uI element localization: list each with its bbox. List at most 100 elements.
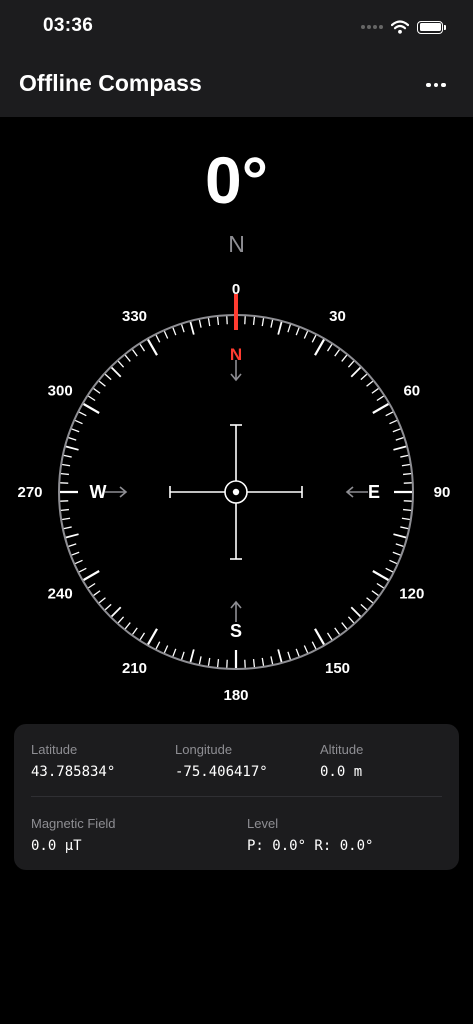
dial-tick (172, 327, 177, 336)
dial-tick (68, 436, 77, 441)
dial-tick (341, 354, 348, 362)
wifi-icon (391, 20, 409, 34)
degree-label-150: 150 (325, 660, 350, 677)
dial-tick (371, 590, 379, 596)
dial-tick (393, 533, 407, 539)
longitude-cell: Longitude -75.406417° (175, 742, 268, 781)
dial-tick (372, 570, 389, 581)
dial-tick (395, 436, 404, 441)
dial-tick (62, 463, 71, 467)
dial-tick (372, 403, 389, 414)
level-label: Level (247, 816, 279, 831)
dial-tick (147, 339, 158, 356)
dial-tick (371, 388, 379, 394)
altitude-label: Altitude (320, 742, 364, 757)
dial-tick (71, 551, 80, 556)
dial-tick (261, 318, 265, 327)
dial-tick (83, 403, 100, 414)
south-arrow-icon (230, 600, 242, 622)
dial-tick (98, 597, 106, 604)
magnetic-field-cell: Magnetic Field 0.0 µT (31, 816, 116, 855)
dial-tick (172, 648, 177, 657)
longitude-label: Longitude (175, 742, 233, 757)
dial-tick (360, 603, 368, 611)
dial-tick (63, 526, 72, 530)
dial-tick (389, 559, 398, 565)
dial-tick (334, 627, 340, 635)
dial-tick (326, 344, 333, 352)
dial-tick (334, 349, 340, 357)
dial-tick (117, 616, 125, 624)
level-value: P: 0.0° R: 0.0° (247, 838, 374, 854)
latitude-label: Latitude (31, 742, 78, 757)
latitude-cell: Latitude 43.785834° (31, 742, 115, 781)
dial-tick (83, 570, 100, 581)
nav-bar: Offline Compass (0, 56, 473, 117)
dial-tick (93, 590, 101, 596)
dial-tick (104, 373, 112, 381)
dial-tick (395, 543, 404, 548)
dial-tick (163, 645, 169, 654)
dial-tick (401, 517, 410, 521)
dial-tick (403, 472, 412, 476)
dial-tick (60, 472, 69, 476)
dial-tick (400, 526, 409, 530)
dial-tick (104, 603, 112, 611)
dial-tick (93, 388, 101, 394)
battery-icon (417, 20, 446, 34)
degree-label-240: 240 (48, 586, 73, 603)
east-arrow-icon (345, 486, 368, 498)
magnetic-field-label: Magnetic Field (31, 816, 116, 831)
dial-tick (376, 395, 384, 402)
heading-direction: N (228, 231, 245, 257)
degree-label-330: 330 (122, 308, 147, 325)
dial-tick (62, 517, 71, 521)
cardinal-south: S (230, 621, 242, 641)
dial-tick (311, 334, 317, 343)
dial-tick (403, 508, 412, 512)
dial-tick (303, 645, 309, 654)
dial-tick (350, 606, 362, 618)
dial-tick (74, 559, 83, 565)
dial-tick (180, 324, 185, 333)
dial-tick (68, 543, 77, 548)
dial-tick (389, 419, 398, 425)
altitude-cell: Altitude 0.0 m (320, 742, 363, 781)
dial-tick (88, 582, 96, 589)
more-options-button[interactable] (421, 74, 451, 96)
cellular-signal-icon (361, 25, 383, 29)
dial-tick (341, 622, 348, 630)
degree-label-60: 60 (403, 383, 420, 400)
dial-tick (400, 454, 409, 458)
dial-tick (311, 641, 317, 650)
magnetic-field-value: 0.0 µT (31, 838, 82, 854)
cardinal-east: E (368, 482, 380, 502)
dial-tick (189, 321, 195, 335)
degree-label-120: 120 (399, 586, 424, 603)
dial-tick (360, 373, 368, 381)
dial-tick (63, 454, 72, 458)
dial-tick (110, 606, 122, 618)
status-bar: 03:36 (0, 0, 473, 56)
dial-tick (392, 428, 401, 433)
longitude-value: -75.406417° (175, 764, 268, 780)
dial-tick (287, 324, 292, 333)
dial-tick (350, 366, 362, 378)
dial-tick (198, 656, 202, 665)
dial-tick (198, 319, 202, 328)
dial-tick (71, 428, 80, 433)
degree-label-180: 180 (223, 687, 248, 704)
heading-value: 0° (204, 143, 269, 217)
dial-tick (132, 627, 138, 635)
dial-tick (366, 597, 374, 604)
dial-tick (117, 360, 125, 368)
cardinal-north: N (230, 345, 242, 364)
dial-tick (180, 651, 185, 660)
dial-tick (287, 651, 292, 660)
status-icons (361, 16, 446, 38)
dial-tick (347, 360, 355, 368)
dial-tick (261, 657, 265, 666)
dial-tick (155, 641, 161, 650)
dial-tick (124, 622, 131, 630)
west-arrow-icon (105, 486, 128, 498)
